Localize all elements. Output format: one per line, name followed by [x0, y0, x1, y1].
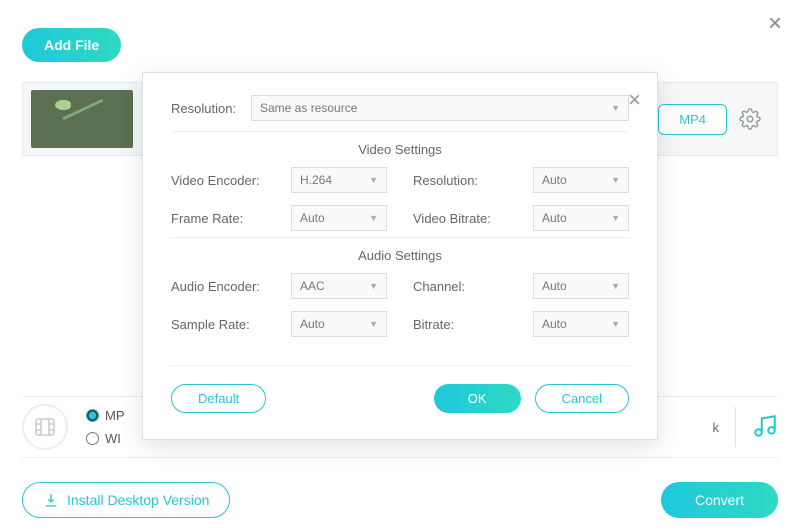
- chevron-down-icon: ▼: [611, 103, 620, 113]
- audio-encoder-select[interactable]: AAC▼: [291, 273, 387, 299]
- channel-label: Channel:: [413, 279, 517, 294]
- video-thumbnail[interactable]: [31, 90, 133, 148]
- resolution-label: Resolution:: [171, 101, 251, 116]
- divider: [735, 407, 736, 447]
- chevron-down-icon: ▼: [369, 213, 378, 223]
- settings-modal: × Resolution: Same as resource ▼ Video S…: [142, 72, 658, 440]
- sample-rate-label: Sample Rate:: [171, 317, 275, 332]
- cancel-button[interactable]: Cancel: [535, 384, 629, 413]
- radio-input-1[interactable]: [86, 409, 99, 422]
- radio-input-2[interactable]: [86, 432, 99, 445]
- install-desktop-button[interactable]: Install Desktop Version: [22, 482, 230, 518]
- chevron-down-icon: ▼: [611, 175, 620, 185]
- frame-rate-select[interactable]: Auto▼: [291, 205, 387, 231]
- resolution-value: Same as resource: [260, 101, 357, 115]
- video-encoder-label: Video Encoder:: [171, 173, 275, 188]
- radio-label-1: MP: [105, 408, 125, 423]
- output-radios: MP WI: [86, 408, 125, 446]
- audio-encoder-label: Audio Encoder:: [171, 279, 275, 294]
- radio-option-2[interactable]: WI: [86, 431, 125, 446]
- bottom-right-text: k: [713, 420, 720, 435]
- sample-rate-select[interactable]: Auto▼: [291, 311, 387, 337]
- video-bitrate-select[interactable]: Auto▼: [533, 205, 629, 231]
- video-bitrate-label: Video Bitrate:: [413, 211, 517, 226]
- footer: Install Desktop Version Convert: [22, 482, 778, 518]
- convert-button[interactable]: Convert: [661, 482, 778, 518]
- video-resolution-select[interactable]: Auto▼: [533, 167, 629, 193]
- gear-icon[interactable]: [739, 108, 761, 130]
- chevron-down-icon: ▼: [611, 213, 620, 223]
- modal-close-icon[interactable]: ×: [628, 87, 641, 113]
- radio-option-1[interactable]: MP: [86, 408, 125, 423]
- install-label: Install Desktop Version: [67, 492, 209, 508]
- chevron-down-icon: ▼: [369, 319, 378, 329]
- video-resolution-label: Resolution:: [413, 173, 517, 188]
- default-button[interactable]: Default: [171, 384, 266, 413]
- resolution-select[interactable]: Same as resource ▼: [251, 95, 629, 121]
- format-pill[interactable]: MP4: [658, 104, 727, 135]
- music-icon[interactable]: [752, 413, 778, 442]
- radio-label-2: WI: [105, 431, 121, 446]
- channel-select[interactable]: Auto▼: [533, 273, 629, 299]
- chevron-down-icon: ▼: [369, 281, 378, 291]
- audio-bitrate-label: Bitrate:: [413, 317, 517, 332]
- chevron-down-icon: ▼: [369, 175, 378, 185]
- add-file-button[interactable]: Add File: [22, 28, 121, 62]
- film-icon: [22, 404, 68, 450]
- video-encoder-select[interactable]: H.264▼: [291, 167, 387, 193]
- close-icon[interactable]: ×: [768, 10, 782, 38]
- chevron-down-icon: ▼: [611, 281, 620, 291]
- ok-button[interactable]: OK: [434, 384, 521, 413]
- frame-rate-label: Frame Rate:: [171, 211, 275, 226]
- video-settings-title: Video Settings: [171, 131, 629, 157]
- download-icon: [43, 492, 59, 508]
- audio-settings-title: Audio Settings: [171, 237, 629, 263]
- audio-bitrate-select[interactable]: Auto▼: [533, 311, 629, 337]
- chevron-down-icon: ▼: [611, 319, 620, 329]
